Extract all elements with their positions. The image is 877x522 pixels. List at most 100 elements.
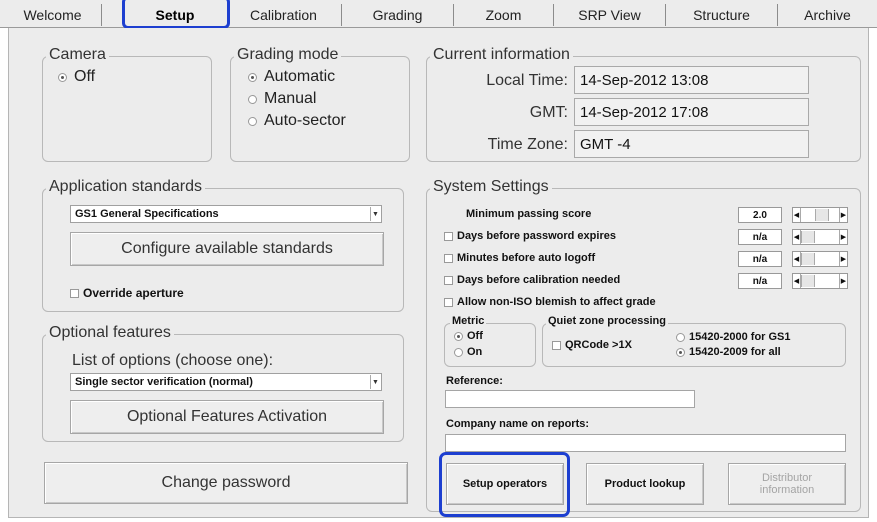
chevron-down-icon: ▼ [370, 207, 380, 221]
gmt-field: 14-Sep-2012 17:08 [574, 98, 809, 126]
company-name-input[interactable] [445, 434, 846, 452]
calibration-label: Days before calibration needed [457, 274, 621, 286]
qrcode-checkbox[interactable]: QRCode >1X [552, 339, 632, 351]
optional-features-title: Optional features [46, 324, 174, 342]
camera-off-label: Off [74, 68, 96, 85]
radio-icon [248, 116, 257, 126]
grading-mode-title: Grading mode [234, 46, 342, 64]
override-aperture-checkbox[interactable]: Override aperture [70, 286, 184, 300]
radio-icon [454, 347, 463, 357]
slider-thumb[interactable] [801, 231, 815, 243]
chevron-down-icon: ▼ [370, 375, 380, 389]
qz-2009-label: 15420-2009 for all [689, 346, 781, 358]
setup-operators-highlight [439, 452, 570, 517]
arrow-left-icon[interactable]: ◀ [793, 274, 801, 288]
checkbox-icon [444, 253, 453, 263]
calibration-checkbox[interactable]: Days before calibration needed [444, 274, 620, 286]
qz-2000-radio[interactable]: 15420-2000 for GS1 [676, 331, 791, 343]
metric-off-radio[interactable]: Off [454, 330, 483, 342]
reference-input[interactable] [445, 390, 695, 408]
radio-icon [454, 331, 463, 341]
change-password-button[interactable]: Change password [44, 462, 408, 504]
grading-auto-sector-label: Auto-sector [264, 112, 346, 129]
grading-automatic-label: Automatic [264, 68, 336, 85]
tab-zoom[interactable]: Zoom [454, 4, 554, 26]
system-settings-title: System Settings [430, 178, 552, 196]
tab-structure[interactable]: Structure [666, 4, 778, 26]
camera-title: Camera [46, 46, 109, 64]
arrow-right-icon[interactable]: ▶ [839, 208, 847, 222]
standards-selected: GS1 General Specifications [75, 208, 219, 220]
gmt-label: GMT: [529, 104, 568, 121]
override-aperture-label: Override aperture [83, 286, 184, 300]
password-expires-checkbox[interactable]: Days before password expires [444, 230, 616, 242]
metric-on-radio[interactable]: On [454, 346, 482, 358]
checkbox-icon [444, 275, 453, 285]
timezone-field: GMT -4 [574, 130, 809, 158]
grading-automatic-radio[interactable]: Automatic [248, 68, 335, 86]
optional-features-activation-button[interactable]: Optional Features Activation [70, 400, 384, 434]
tab-grading[interactable]: Grading [342, 4, 454, 26]
standards-select[interactable]: GS1 General Specifications ▼ [70, 205, 382, 223]
auto-logoff-slider[interactable]: ◀ ▶ [792, 251, 848, 267]
optional-features-select[interactable]: Single sector verification (normal) ▼ [70, 373, 382, 391]
product-lookup-button[interactable]: Product lookup [586, 463, 704, 505]
auto-logoff-label: Minutes before auto logoff [457, 252, 596, 264]
slider-thumb[interactable] [815, 209, 829, 221]
quiet-zone-title: Quiet zone processing [546, 315, 668, 327]
current-info-title: Current information [430, 46, 573, 64]
checkbox-icon [552, 340, 561, 350]
password-expires-slider[interactable]: ◀ ▶ [792, 229, 848, 245]
optional-features-selected: Single sector verification (normal) [75, 376, 253, 388]
grading-manual-radio[interactable]: Manual [248, 90, 316, 108]
company-label: Company name on reports: [446, 418, 590, 430]
blemish-checkbox[interactable]: Allow non-ISO blemish to affect grade [444, 296, 656, 308]
qrcode-label: QRCode >1X [565, 339, 632, 351]
arrow-right-icon[interactable]: ▶ [839, 230, 847, 244]
grading-manual-label: Manual [264, 90, 317, 107]
radio-icon [676, 332, 685, 342]
arrow-left-icon[interactable]: ◀ [793, 252, 801, 266]
distributor-line1: Distributor [761, 472, 813, 484]
min-score-label: Minimum passing score [466, 208, 592, 220]
options-list-label: List of options (choose one): [72, 352, 274, 369]
blemish-label: Allow non-ISO blemish to affect grade [457, 296, 656, 308]
radio-icon [676, 347, 685, 357]
arrow-left-icon[interactable]: ◀ [793, 230, 801, 244]
camera-off-radio[interactable]: Off [58, 68, 95, 86]
slider-thumb[interactable] [801, 253, 815, 265]
checkbox-icon [444, 231, 453, 241]
arrow-right-icon[interactable]: ▶ [839, 274, 847, 288]
password-expires-value: n/a [738, 229, 782, 245]
tab-calibration[interactable]: Calibration [226, 4, 342, 26]
configure-standards-button[interactable]: Configure available standards [70, 232, 384, 266]
metric-on-label: On [467, 346, 483, 358]
metric-title: Metric [450, 315, 487, 327]
distributor-info-button[interactable]: Distributor information [728, 463, 846, 505]
calibration-slider[interactable]: ◀ ▶ [792, 273, 848, 289]
calibration-value: n/a [738, 273, 782, 289]
distributor-line2: information [759, 484, 815, 496]
setup-tab-highlight [122, 0, 230, 29]
radio-icon [248, 94, 257, 104]
timezone-label: Time Zone: [487, 136, 568, 153]
arrow-right-icon[interactable]: ▶ [839, 252, 847, 266]
radio-icon [248, 72, 257, 82]
tab-srp-view[interactable]: SRP View [554, 4, 666, 26]
checkbox-icon [444, 297, 453, 307]
tab-archive[interactable]: Archive [778, 4, 877, 26]
grading-auto-sector-radio[interactable]: Auto-sector [248, 112, 346, 130]
metric-off-label: Off [467, 330, 483, 342]
min-score-slider[interactable]: ◀ ▶ [792, 207, 848, 223]
auto-logoff-value: n/a [738, 251, 782, 267]
checkbox-icon [70, 288, 79, 298]
qz-2000-label: 15420-2000 for GS1 [689, 331, 791, 343]
auto-logoff-checkbox[interactable]: Minutes before auto logoff [444, 252, 595, 264]
min-score-value: 2.0 [738, 207, 782, 223]
radio-icon [58, 72, 67, 82]
slider-thumb[interactable] [801, 275, 815, 287]
tab-welcome[interactable]: Welcome [4, 4, 102, 26]
arrow-left-icon[interactable]: ◀ [793, 208, 801, 222]
app-standards-title: Application standards [46, 178, 205, 196]
qz-2009-radio[interactable]: 15420-2009 for all [676, 346, 781, 358]
